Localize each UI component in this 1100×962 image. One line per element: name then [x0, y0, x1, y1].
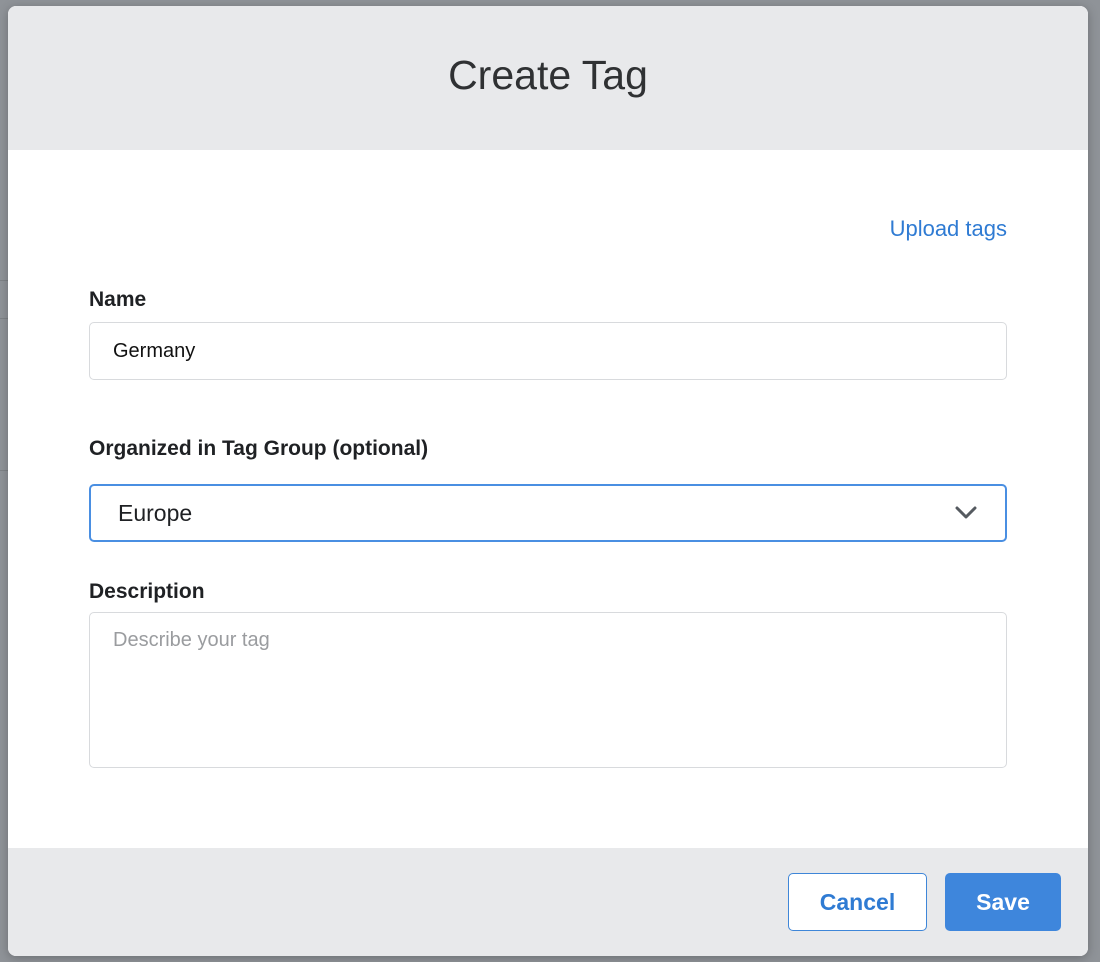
save-button[interactable]: Save	[945, 873, 1061, 931]
description-label: Description	[89, 580, 205, 603]
dialog-header: Create Tag	[8, 6, 1088, 150]
dialog-title: Create Tag	[448, 51, 648, 98]
dialog-body: Upload tags Name Organized in Tag Group …	[8, 150, 1088, 848]
create-tag-dialog: Create Tag Upload tags Name Organized in…	[8, 6, 1088, 956]
cancel-button[interactable]: Cancel	[788, 873, 927, 931]
dialog-footer: Cancel Save	[8, 848, 1088, 956]
description-textarea[interactable]	[89, 612, 1007, 768]
tag-group-selected-value: Europe	[118, 499, 193, 526]
name-input[interactable]	[89, 322, 1007, 380]
upload-tags-link[interactable]: Upload tags	[890, 216, 1007, 242]
tag-group-label: Organized in Tag Group (optional)	[89, 437, 429, 460]
tag-group-select[interactable]: Europe	[89, 484, 1007, 542]
chevron-down-icon	[953, 504, 979, 522]
name-label: Name	[89, 288, 147, 311]
